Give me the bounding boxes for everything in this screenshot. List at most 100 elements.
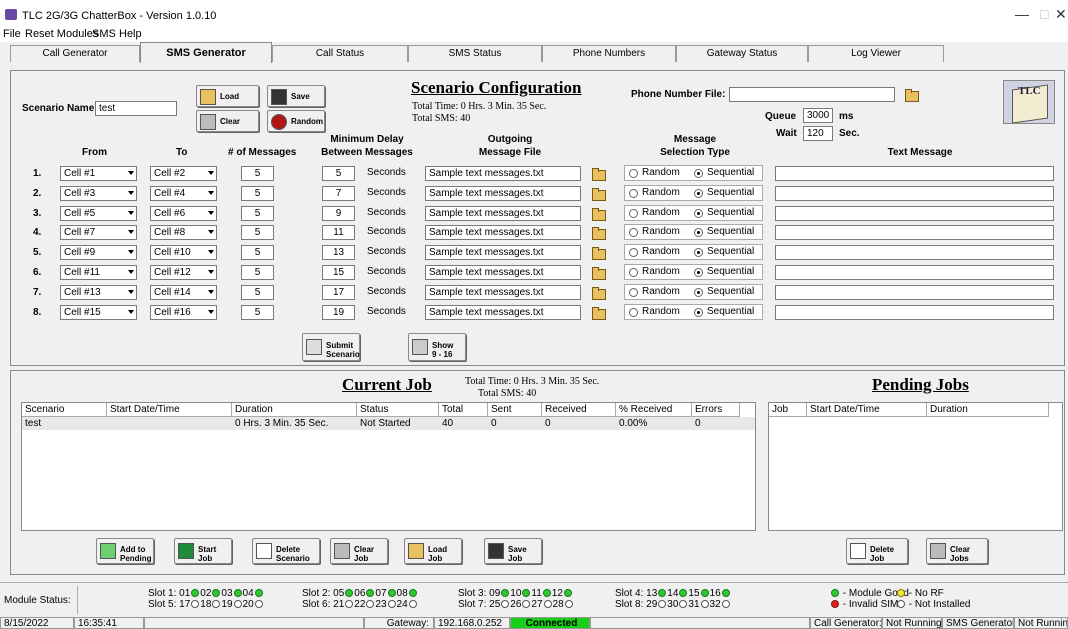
text-message-input[interactable] <box>775 206 1054 221</box>
folder-open-icon[interactable] <box>591 187 606 201</box>
to-select[interactable]: Cell #2 <box>150 166 217 181</box>
sequential-radio[interactable] <box>694 288 703 297</box>
from-select[interactable]: Cell #11 <box>60 265 137 280</box>
message-file-input[interactable]: Sample text messages.txt <box>425 305 581 320</box>
col-percent-received[interactable]: % Received <box>616 403 692 417</box>
clear-button[interactable]: Clear <box>196 110 259 132</box>
text-message-input[interactable] <box>775 166 1054 181</box>
message-file-input[interactable]: Sample text messages.txt <box>425 225 581 240</box>
delay-input[interactable]: 13 <box>322 245 355 260</box>
to-select[interactable]: Cell #10 <box>150 245 217 260</box>
text-message-input[interactable] <box>775 186 1054 201</box>
menu-reset-modules[interactable]: Reset Modules <box>25 28 98 40</box>
col-scenario[interactable]: Scenario <box>22 403 107 417</box>
random-button[interactable]: Random <box>267 110 325 132</box>
queue-input[interactable]: 3000 <box>803 108 833 123</box>
load-job-button[interactable]: Load Job <box>404 538 462 564</box>
wait-input[interactable]: 120 <box>803 126 833 141</box>
tab-phone-numbers[interactable]: Phone Numbers <box>542 45 676 62</box>
delete-scenario-button[interactable]: Delete Scenario <box>252 538 320 564</box>
delay-input[interactable]: 15 <box>322 265 355 280</box>
pending-jobs-list[interactable]: Job Start Date/Time Duration <box>768 402 1063 531</box>
folder-open-icon[interactable] <box>591 246 606 260</box>
clear-job-button[interactable]: Clear Job <box>330 538 388 564</box>
folder-open-icon[interactable] <box>591 226 606 240</box>
delay-input[interactable]: 9 <box>322 206 355 221</box>
tab-call-status[interactable]: Call Status <box>272 45 408 62</box>
from-select[interactable]: Cell #1 <box>60 166 137 181</box>
message-file-input[interactable]: Sample text messages.txt <box>425 285 581 300</box>
sequential-radio[interactable] <box>694 228 703 237</box>
to-select[interactable]: Cell #6 <box>150 206 217 221</box>
from-select[interactable]: Cell #5 <box>60 206 137 221</box>
to-select[interactable]: Cell #14 <box>150 285 217 300</box>
to-select[interactable]: Cell #16 <box>150 305 217 320</box>
from-select[interactable]: Cell #13 <box>60 285 137 300</box>
message-file-input[interactable]: Sample text messages.txt <box>425 166 581 181</box>
close-button[interactable]: ✕ <box>1055 6 1067 23</box>
delay-input[interactable]: 17 <box>322 285 355 300</box>
folder-open-icon[interactable] <box>591 306 606 320</box>
show-more-button[interactable]: Show 9 - 16 <box>408 333 466 361</box>
maximize-button[interactable]: □ <box>1040 6 1048 22</box>
submit-scenario-button[interactable]: Submit Scenario <box>302 333 360 361</box>
num-messages-input[interactable]: 5 <box>241 265 274 280</box>
num-messages-input[interactable]: 5 <box>241 186 274 201</box>
minimize-button[interactable]: — <box>1015 6 1029 22</box>
text-message-input[interactable] <box>775 265 1054 280</box>
tab-sms-generator[interactable]: SMS Generator <box>140 42 272 63</box>
tab-call-generator[interactable]: Call Generator <box>10 45 140 62</box>
random-radio[interactable] <box>629 209 638 218</box>
sequential-radio[interactable] <box>694 189 703 198</box>
random-radio[interactable] <box>629 248 638 257</box>
col-job[interactable]: Job <box>769 403 807 417</box>
delay-input[interactable]: 19 <box>322 305 355 320</box>
random-radio[interactable] <box>629 169 638 178</box>
num-messages-input[interactable]: 5 <box>241 206 274 221</box>
tab-gateway-status[interactable]: Gateway Status <box>676 45 808 62</box>
random-radio[interactable] <box>629 228 638 237</box>
num-messages-input[interactable]: 5 <box>241 245 274 260</box>
num-messages-input[interactable]: 5 <box>241 305 274 320</box>
folder-open-icon[interactable] <box>591 167 606 181</box>
start-job-button[interactable]: Start Job <box>174 538 232 564</box>
folder-open-icon[interactable] <box>591 207 606 221</box>
text-message-input[interactable] <box>775 285 1054 300</box>
col-errors[interactable]: Errors <box>692 403 740 417</box>
random-radio[interactable] <box>629 308 638 317</box>
sequential-radio[interactable] <box>694 308 703 317</box>
delay-input[interactable]: 11 <box>322 225 355 240</box>
delete-job-button[interactable]: Delete Job <box>846 538 908 564</box>
add-to-pending-button[interactable]: Add to Pending <box>96 538 154 564</box>
col-status[interactable]: Status <box>357 403 439 417</box>
sequential-radio[interactable] <box>694 248 703 257</box>
random-radio[interactable] <box>629 288 638 297</box>
current-job-list[interactable]: Scenario Start Date/Time Duration Status… <box>21 402 756 531</box>
random-radio[interactable] <box>629 189 638 198</box>
scenario-name-input[interactable]: test <box>95 101 177 116</box>
col-total[interactable]: Total <box>439 403 488 417</box>
tab-log-viewer[interactable]: Log Viewer <box>808 45 944 62</box>
phone-file-input[interactable] <box>729 87 895 102</box>
text-message-input[interactable] <box>775 245 1054 260</box>
from-select[interactable]: Cell #15 <box>60 305 137 320</box>
save-button[interactable]: Save <box>267 85 325 107</box>
from-select[interactable]: Cell #9 <box>60 245 137 260</box>
text-message-input[interactable] <box>775 305 1054 320</box>
message-file-input[interactable]: Sample text messages.txt <box>425 265 581 280</box>
delay-input[interactable]: 7 <box>322 186 355 201</box>
col-pending-duration[interactable]: Duration <box>927 403 1049 417</box>
random-radio[interactable] <box>629 268 638 277</box>
clear-jobs-button[interactable]: Clear Jobs <box>926 538 988 564</box>
sequential-radio[interactable] <box>694 169 703 178</box>
col-start-datetime[interactable]: Start Date/Time <box>107 403 232 417</box>
col-pending-start[interactable]: Start Date/Time <box>807 403 927 417</box>
to-select[interactable]: Cell #12 <box>150 265 217 280</box>
num-messages-input[interactable]: 5 <box>241 166 274 181</box>
sequential-radio[interactable] <box>694 268 703 277</box>
load-button[interactable]: Load <box>196 85 259 107</box>
menu-sms[interactable]: SMS <box>92 28 116 40</box>
num-messages-input[interactable]: 5 <box>241 285 274 300</box>
num-messages-input[interactable]: 5 <box>241 225 274 240</box>
tab-sms-status[interactable]: SMS Status <box>408 45 542 62</box>
